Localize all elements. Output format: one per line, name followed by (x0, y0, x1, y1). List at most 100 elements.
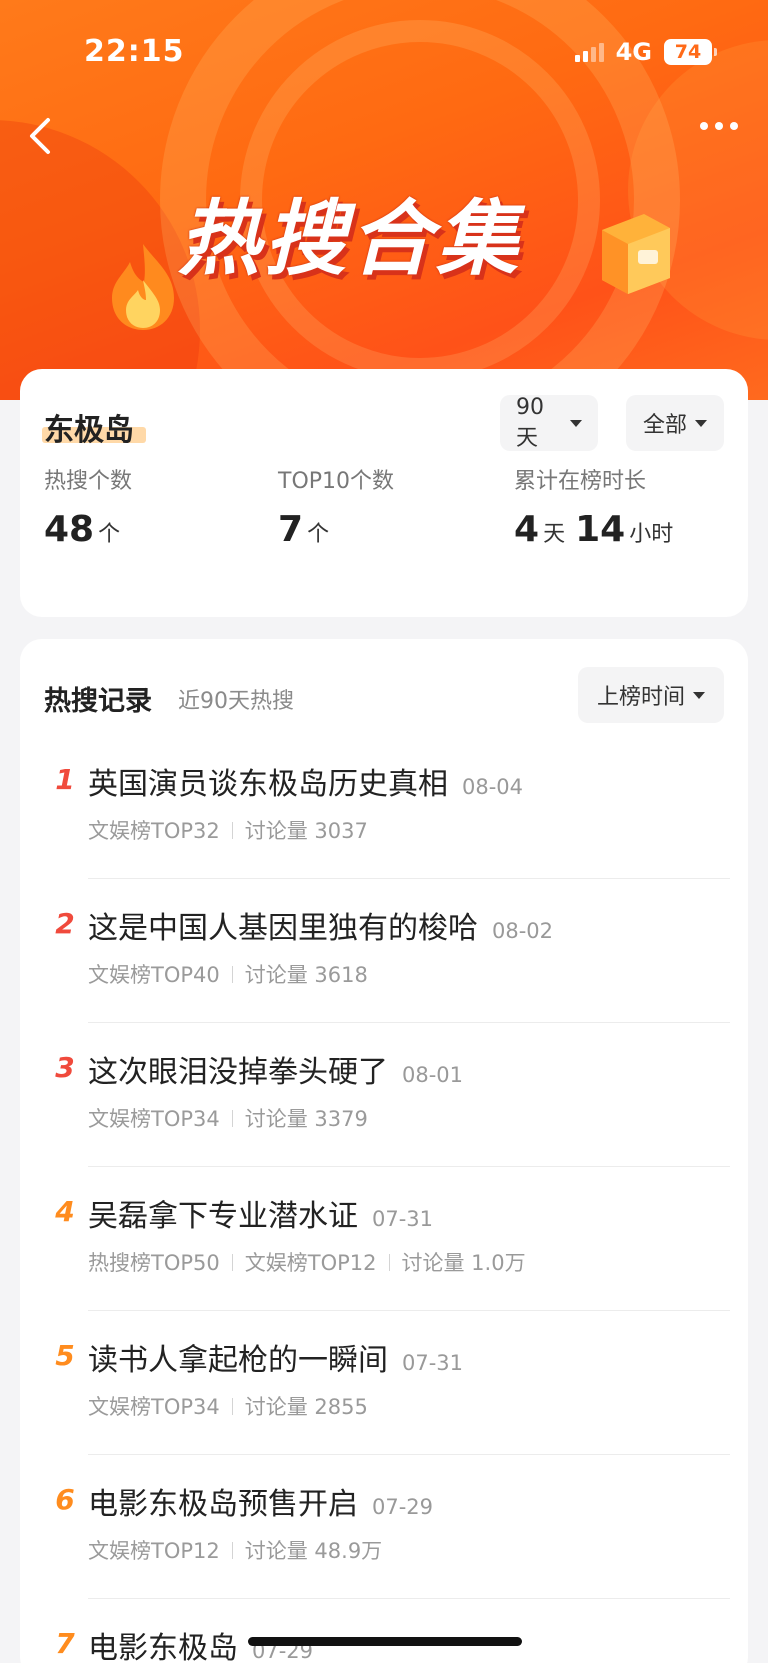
rank-number: 7 (55, 1627, 75, 1660)
signal-icon (574, 42, 604, 62)
item-title[interactable]: 电影东极岛预售开启 07-29 (88, 1479, 433, 1523)
meta-text: 讨论量 3379 (244, 1107, 368, 1131)
stat-label: 累计在榜时长 (514, 469, 647, 494)
scope-filter-label: 全部 (642, 413, 687, 438)
more-icon[interactable] (700, 122, 738, 130)
records-title: 热搜记录 (44, 686, 152, 717)
flame-icon (112, 244, 174, 330)
item-date: 08-04 (462, 775, 524, 799)
status-indicators: 4G 74 (574, 38, 717, 66)
item-title[interactable]: 英国演员谈东极岛历史真相 08-04 (88, 759, 523, 803)
item-title-text: 这次眼泪没掉拳头硬了 (88, 1055, 388, 1090)
meta-text: 文娱榜TOP32 (88, 819, 220, 843)
stat-number: 4 (514, 509, 540, 550)
rank-number: 4 (55, 1195, 75, 1228)
stat-value: 4 天 14 小时 (514, 509, 679, 550)
rank-number: 1 (55, 763, 75, 796)
stat-value: 48 个 (44, 509, 132, 550)
period-filter-button[interactable]: 90天 (500, 395, 598, 451)
meta-text: 讨论量 3618 (244, 963, 368, 987)
list-item[interactable]: 4 吴磊拿下专业潜水证 07-31 热搜榜TOP50 文娱榜TOP12 讨论量 1.0万 (20, 1167, 748, 1311)
item-meta: 文娱榜TOP40 讨论量 3618 (88, 959, 368, 989)
stat-unit: 个 (98, 522, 121, 547)
list-item[interactable]: 6 电影东极岛预售开启 07-29 文娱榜TOP12 讨论量 48.9万 (20, 1455, 748, 1599)
item-date: 08-01 (402, 1063, 464, 1087)
item-title[interactable]: 吴磊拿下专业潜水证 07-31 (88, 1191, 433, 1235)
stat-number: 7 (278, 509, 304, 550)
sort-label: 上榜时间 (596, 685, 685, 710)
sort-button[interactable]: 上榜时间 (578, 667, 724, 723)
rank-number: 3 (55, 1051, 75, 1084)
stat-number: 48 (44, 509, 95, 550)
rank-number: 2 (55, 907, 75, 940)
item-meta: 文娱榜TOP34 讨论量 2855 (88, 1391, 368, 1421)
item-title[interactable]: 这次眼泪没掉拳头硬了 08-01 (88, 1047, 463, 1091)
stat-unit: 个 (307, 522, 330, 547)
item-title[interactable]: 读书人拿起枪的一瞬间 07-31 (88, 1335, 463, 1379)
item-title[interactable]: 这是中国人基因里独有的梭哈 08-02 (88, 903, 553, 947)
meta-text: 热搜榜TOP50 (88, 1251, 220, 1275)
item-title-text: 英国演员谈东极岛历史真相 (88, 767, 448, 802)
period-filter-label: 90天 (516, 394, 544, 451)
meta-separator (231, 1541, 233, 1559)
item-meta: 文娱榜TOP32 讨论量 3037 (88, 815, 368, 845)
stat-label: 热搜个数 (44, 469, 133, 494)
item-date: 07-31 (372, 1207, 434, 1231)
list-item[interactable]: 5 读书人拿起枪的一瞬间 07-31 文娱榜TOP34 讨论量 2855 (20, 1311, 748, 1455)
stat-label: TOP10个数 (278, 469, 395, 494)
meta-text: 文娱榜TOP12 (88, 1539, 220, 1563)
meta-separator (231, 1253, 233, 1271)
topic-summary-card: 东极岛 90天 全部 热搜个数 48 个 TOP10个数 7 个 累计在榜时长 … (20, 369, 748, 617)
item-date: 08-02 (492, 919, 554, 943)
meta-text: 讨论量 2855 (244, 1395, 368, 1419)
dropdown-arrow-icon (693, 691, 705, 699)
rank-number: 6 (55, 1483, 75, 1516)
status-time: 22:15 (84, 34, 185, 69)
banner-title: 热搜合集 (178, 192, 522, 287)
item-title-text: 电影东极岛 (88, 1631, 238, 1663)
topic-name: 东极岛 (44, 413, 134, 448)
list-item[interactable]: 1 英国演员谈东极岛历史真相 08-04 文娱榜TOP32 讨论量 3037 (20, 735, 748, 879)
list-item[interactable]: 7 电影东极岛 07-29 (20, 1599, 748, 1663)
meta-text: 讨论量 1.0万 (401, 1251, 526, 1275)
meta-text: 讨论量 3037 (244, 819, 368, 843)
scope-filter-button[interactable]: 全部 (626, 395, 724, 451)
meta-text: 文娱榜TOP34 (88, 1395, 220, 1419)
item-meta: 文娱榜TOP34 讨论量 3379 (88, 1103, 368, 1133)
item-date: 07-31 (402, 1351, 464, 1375)
meta-separator (231, 965, 233, 983)
stat-unit: 天 (543, 522, 566, 547)
item-title-text: 吴磊拿下专业潜水证 (88, 1199, 358, 1234)
meta-separator (231, 821, 233, 839)
item-meta: 文娱榜TOP12 讨论量 48.9万 (88, 1535, 382, 1565)
network-type: 4G (615, 38, 652, 66)
records-subtitle: 近90天热搜 (178, 689, 294, 714)
item-title-text: 这是中国人基因里独有的梭哈 (88, 911, 478, 946)
stat-number: 14 (575, 509, 626, 550)
dropdown-arrow-icon (570, 419, 582, 427)
stat-duration: 累计在榜时长 4 天 14 小时 (514, 463, 679, 550)
folder-icon (602, 214, 670, 294)
stat-unit: 小时 (629, 522, 674, 547)
list-item[interactable]: 3 这次眼泪没掉拳头硬了 08-01 文娱榜TOP34 讨论量 3379 (20, 1023, 748, 1167)
item-date: 07-29 (372, 1495, 434, 1519)
item-meta: 热搜榜TOP50 文娱榜TOP12 讨论量 1.0万 (88, 1247, 526, 1277)
meta-separator (231, 1109, 233, 1127)
hero-banner: 22:15 4G 74 热搜合集 (0, 0, 768, 400)
item-title-text: 读书人拿起枪的一瞬间 (88, 1343, 388, 1378)
stat-top10-count: TOP10个数 7 个 (278, 463, 394, 550)
stat-hot-count: 热搜个数 48 个 (44, 463, 132, 550)
records-card: 热搜记录 近90天热搜 上榜时间 1 英国演员谈东极岛历史真相 08-04 文娱榜TO… (20, 639, 748, 1663)
meta-text: 文娱榜TOP34 (88, 1107, 220, 1131)
item-title-text: 电影东极岛预售开启 (88, 1487, 358, 1522)
meta-text: 文娱榜TOP12 (244, 1251, 377, 1275)
stat-value: 7 个 (278, 509, 394, 550)
back-icon[interactable] (24, 116, 58, 156)
meta-separator (388, 1253, 390, 1271)
dropdown-arrow-icon (695, 419, 707, 427)
battery-icon: 74 (664, 39, 717, 65)
rank-number: 5 (55, 1339, 75, 1372)
meta-text: 文娱榜TOP40 (88, 963, 220, 987)
list-item[interactable]: 2 这是中国人基因里独有的梭哈 08-02 文娱榜TOP40 讨论量 3618 (20, 879, 748, 1023)
home-indicator (248, 1637, 522, 1646)
